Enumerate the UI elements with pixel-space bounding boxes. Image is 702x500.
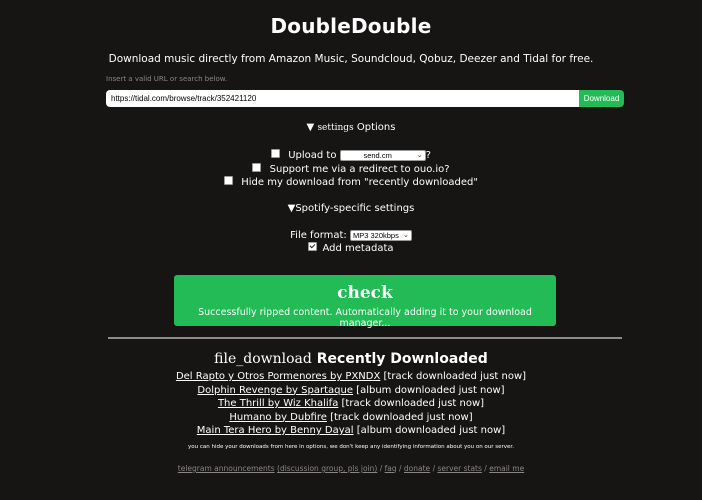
download-meta: [album downloaded just now] <box>356 384 505 396</box>
list-item: Humano by Dubfire [track downloaded just… <box>0 411 702 425</box>
url-form: Download <box>106 90 624 107</box>
settings-icon: settings <box>317 123 354 133</box>
download-link[interactable]: Del Rapto y Otros Pormenores by PXNDX <box>176 371 380 382</box>
search-hint: Insert a valid URL or search below. <box>106 75 228 83</box>
recent-downloads-heading: file_download Recently Downloaded <box>0 351 702 367</box>
support-label: Support me via a redirect to ouo.io? <box>269 164 450 175</box>
download-button[interactable]: Download <box>579 90 624 107</box>
hide-download-label: Hide my download from "recently download… <box>241 177 478 188</box>
status-message: Successfully ripped content. Automatical… <box>198 307 532 329</box>
upload-host-select[interactable]: send.cm ⌄ <box>339 150 426 161</box>
separator: / <box>396 464 404 473</box>
recent-downloads-title: Recently Downloaded <box>316 351 488 367</box>
divider <box>108 337 622 339</box>
metadata-checkbox[interactable] <box>308 242 318 251</box>
server-stats-link[interactable]: server stats <box>437 464 481 473</box>
download-link[interactable]: Humano by Dubfire <box>229 412 327 423</box>
email-link[interactable]: email me <box>489 464 524 473</box>
metadata-option: Add metadata <box>0 242 702 255</box>
app-title: DoubleDouble <box>270 14 432 38</box>
recent-downloads-list: Del Rapto y Otros Pormenores by PXNDX [t… <box>0 370 702 438</box>
spotify-settings-toggle[interactable]: ▼Spotify-specific settings <box>0 203 702 214</box>
support-checkbox[interactable] <box>252 163 262 172</box>
hide-download-checkbox[interactable] <box>224 176 234 185</box>
support-option: Support me via a redirect to ouo.io? <box>0 163 702 176</box>
list-item: Del Rapto y Otros Pormenores by PXNDX [t… <box>0 370 702 384</box>
discussion-group-link[interactable]: (discussion group, pls join) <box>277 464 377 473</box>
disclosure-triangle-icon: ▼ <box>306 122 315 133</box>
upload-question-mark: ? <box>425 150 431 161</box>
upload-host-value: send.cm <box>363 151 392 160</box>
options-label: Options <box>356 122 396 133</box>
file-format-select[interactable]: MP3 320kbps ⌄ <box>349 230 412 241</box>
download-meta: [album downloaded just now] <box>356 425 506 436</box>
options-toggle[interactable]: ▼ settings Options <box>0 122 702 133</box>
chevron-down-icon: ⌄ <box>402 232 409 239</box>
upload-checkbox[interactable] <box>271 149 281 158</box>
donate-link[interactable]: donate <box>404 464 430 473</box>
file-format-option: File format: MP3 320kbps ⌄ <box>0 229 702 242</box>
file-download-icon: file_download <box>214 351 312 367</box>
spotify-settings-label: Spotify-specific settings <box>295 203 415 214</box>
url-input[interactable] <box>106 90 580 107</box>
footer-links: telegram announcements (discussion group… <box>0 464 702 473</box>
status-message-box: check Successfully ripped content. Autom… <box>174 275 556 329</box>
download-meta: [track downloaded just now] <box>330 411 473 423</box>
app-subtitle: Download music directly from Amazon Musi… <box>108 53 594 65</box>
download-link[interactable]: The Thrill by Wiz Khalifa <box>218 398 338 409</box>
list-item: Main Tera Hero by Benny Dayal [album dow… <box>0 424 702 438</box>
download-meta: [track downloaded just now] <box>341 398 485 409</box>
check-icon: check <box>337 283 393 303</box>
upload-label: Upload to <box>288 150 337 161</box>
download-meta: [track downloaded just now] <box>383 371 527 382</box>
faq-link[interactable]: faq <box>385 464 397 473</box>
file-format-label: File format: <box>290 230 347 241</box>
file-format-value: MP3 320kbps <box>352 231 399 240</box>
chevron-down-icon: ⌄ <box>416 152 423 159</box>
separator: / <box>377 464 385 473</box>
download-link[interactable]: Dolphin Revenge by Spartaque <box>197 385 353 396</box>
list-item: Dolphin Revenge by Spartaque [album down… <box>0 384 702 398</box>
telegram-link[interactable]: telegram announcements <box>178 464 275 473</box>
metadata-label: Add metadata <box>322 243 394 254</box>
list-item: The Thrill by Wiz Khalifa [track downloa… <box>0 397 702 411</box>
hide-download-option: Hide my download from "recently download… <box>0 176 702 189</box>
upload-option: Upload to send.cm ⌄ ? <box>0 149 702 162</box>
download-link[interactable]: Main Tera Hero by Benny Dayal <box>197 425 354 436</box>
privacy-note: you can hide your downloads from here in… <box>188 444 514 450</box>
